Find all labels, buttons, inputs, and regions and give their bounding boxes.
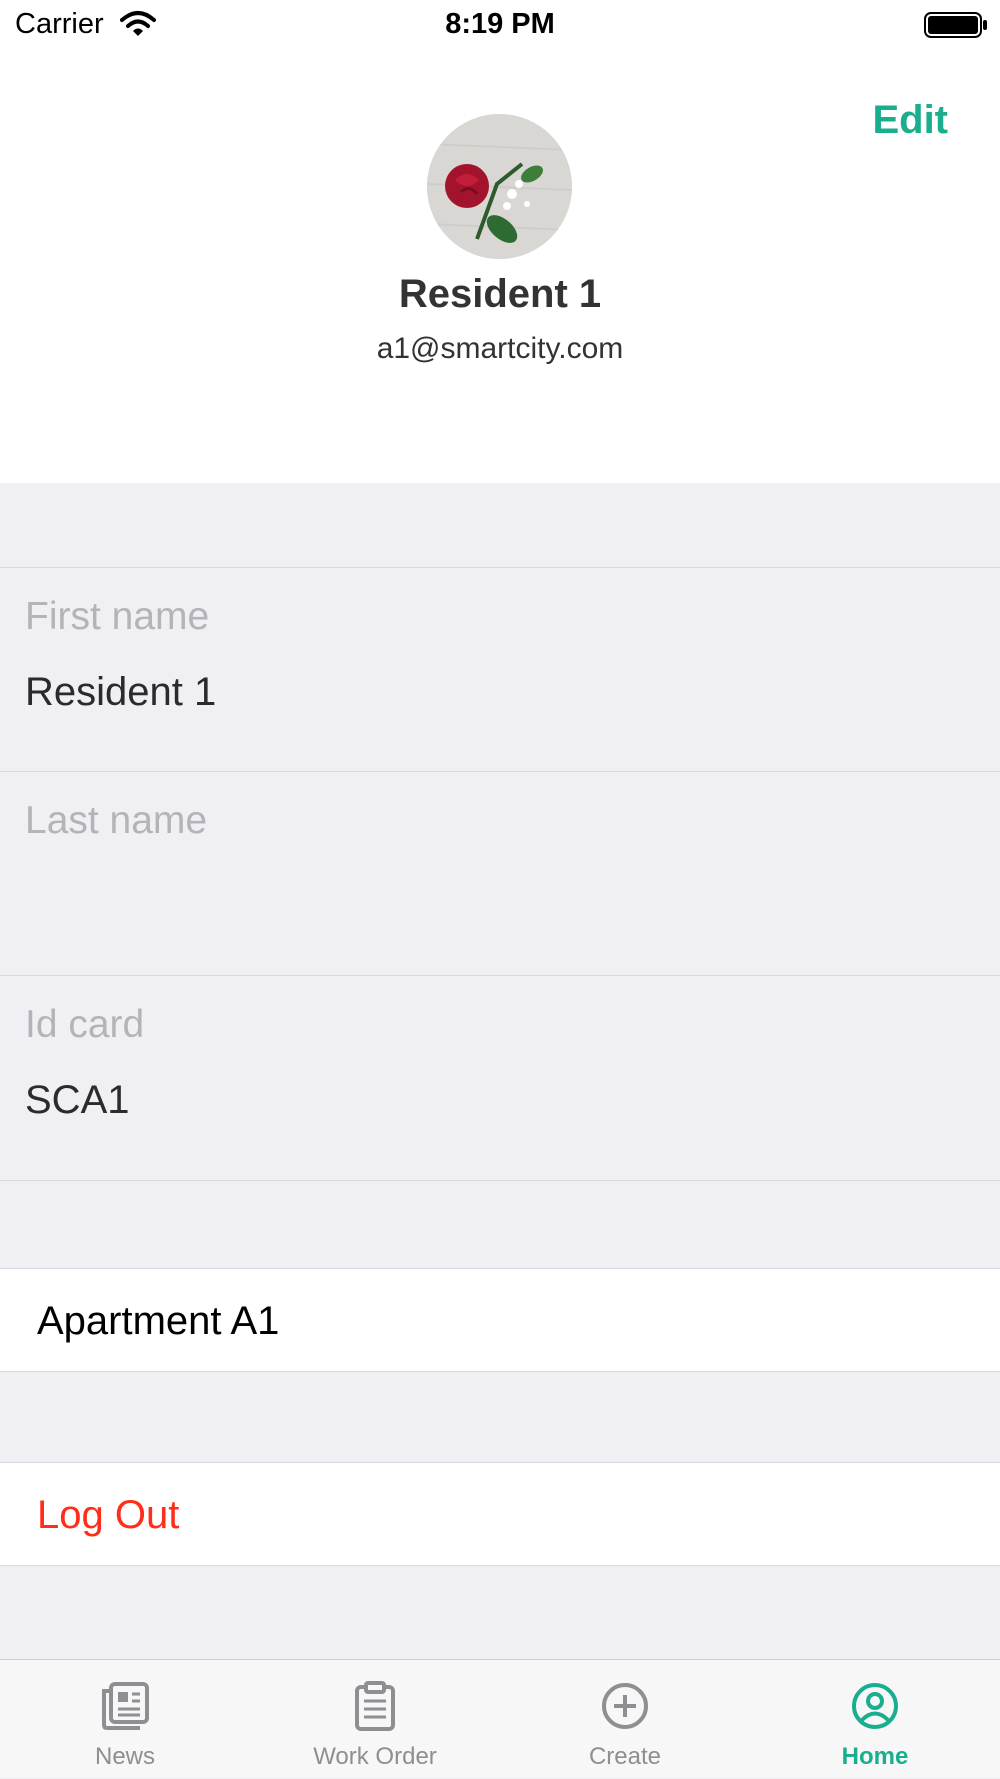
tab-home[interactable]: Home [750, 1660, 1000, 1779]
apartment-label: Apartment A1 [37, 1299, 280, 1343]
divider [0, 771, 1000, 772]
profile-email: a1@smartcity.com [376, 332, 624, 365]
plus-circle-icon [602, 1683, 648, 1729]
tab-news[interactable]: News [0, 1660, 250, 1779]
tab-bar: News Work Order Create Home [0, 1659, 1000, 1778]
divider [0, 567, 1000, 568]
field-label: First name [25, 595, 210, 638]
field-value: Resident 1 [25, 670, 217, 714]
tab-label: Work Order [313, 1743, 437, 1770]
profile-name: Resident 1 [398, 272, 602, 316]
field-label: Id card [25, 1003, 145, 1046]
clipboard-icon [355, 1681, 395, 1731]
status-bar: Carrier 8:19 PM [0, 0, 1000, 50]
tab-label: Home [841, 1743, 909, 1770]
user-circle-icon [852, 1683, 898, 1729]
tab-label: News [94, 1743, 155, 1770]
tab-work-order[interactable]: Work Order [250, 1660, 500, 1779]
avatar [427, 114, 572, 259]
logout-button[interactable]: Log Out [0, 1462, 1000, 1566]
divider [0, 975, 1000, 976]
field-value: SCA1 [25, 1078, 130, 1122]
edit-button[interactable]: Edit [872, 100, 948, 140]
news-icon [102, 1682, 149, 1730]
divider [0, 1180, 1000, 1181]
status-time: 8:19 PM [445, 8, 555, 40]
apartment-row[interactable]: Apartment A1 [0, 1268, 1000, 1372]
tab-label: Create [588, 1743, 662, 1770]
field-label: Last name [25, 799, 208, 842]
tab-create[interactable]: Create [500, 1660, 750, 1779]
logout-label: Log Out [37, 1493, 180, 1537]
battery-icon [924, 12, 988, 43]
